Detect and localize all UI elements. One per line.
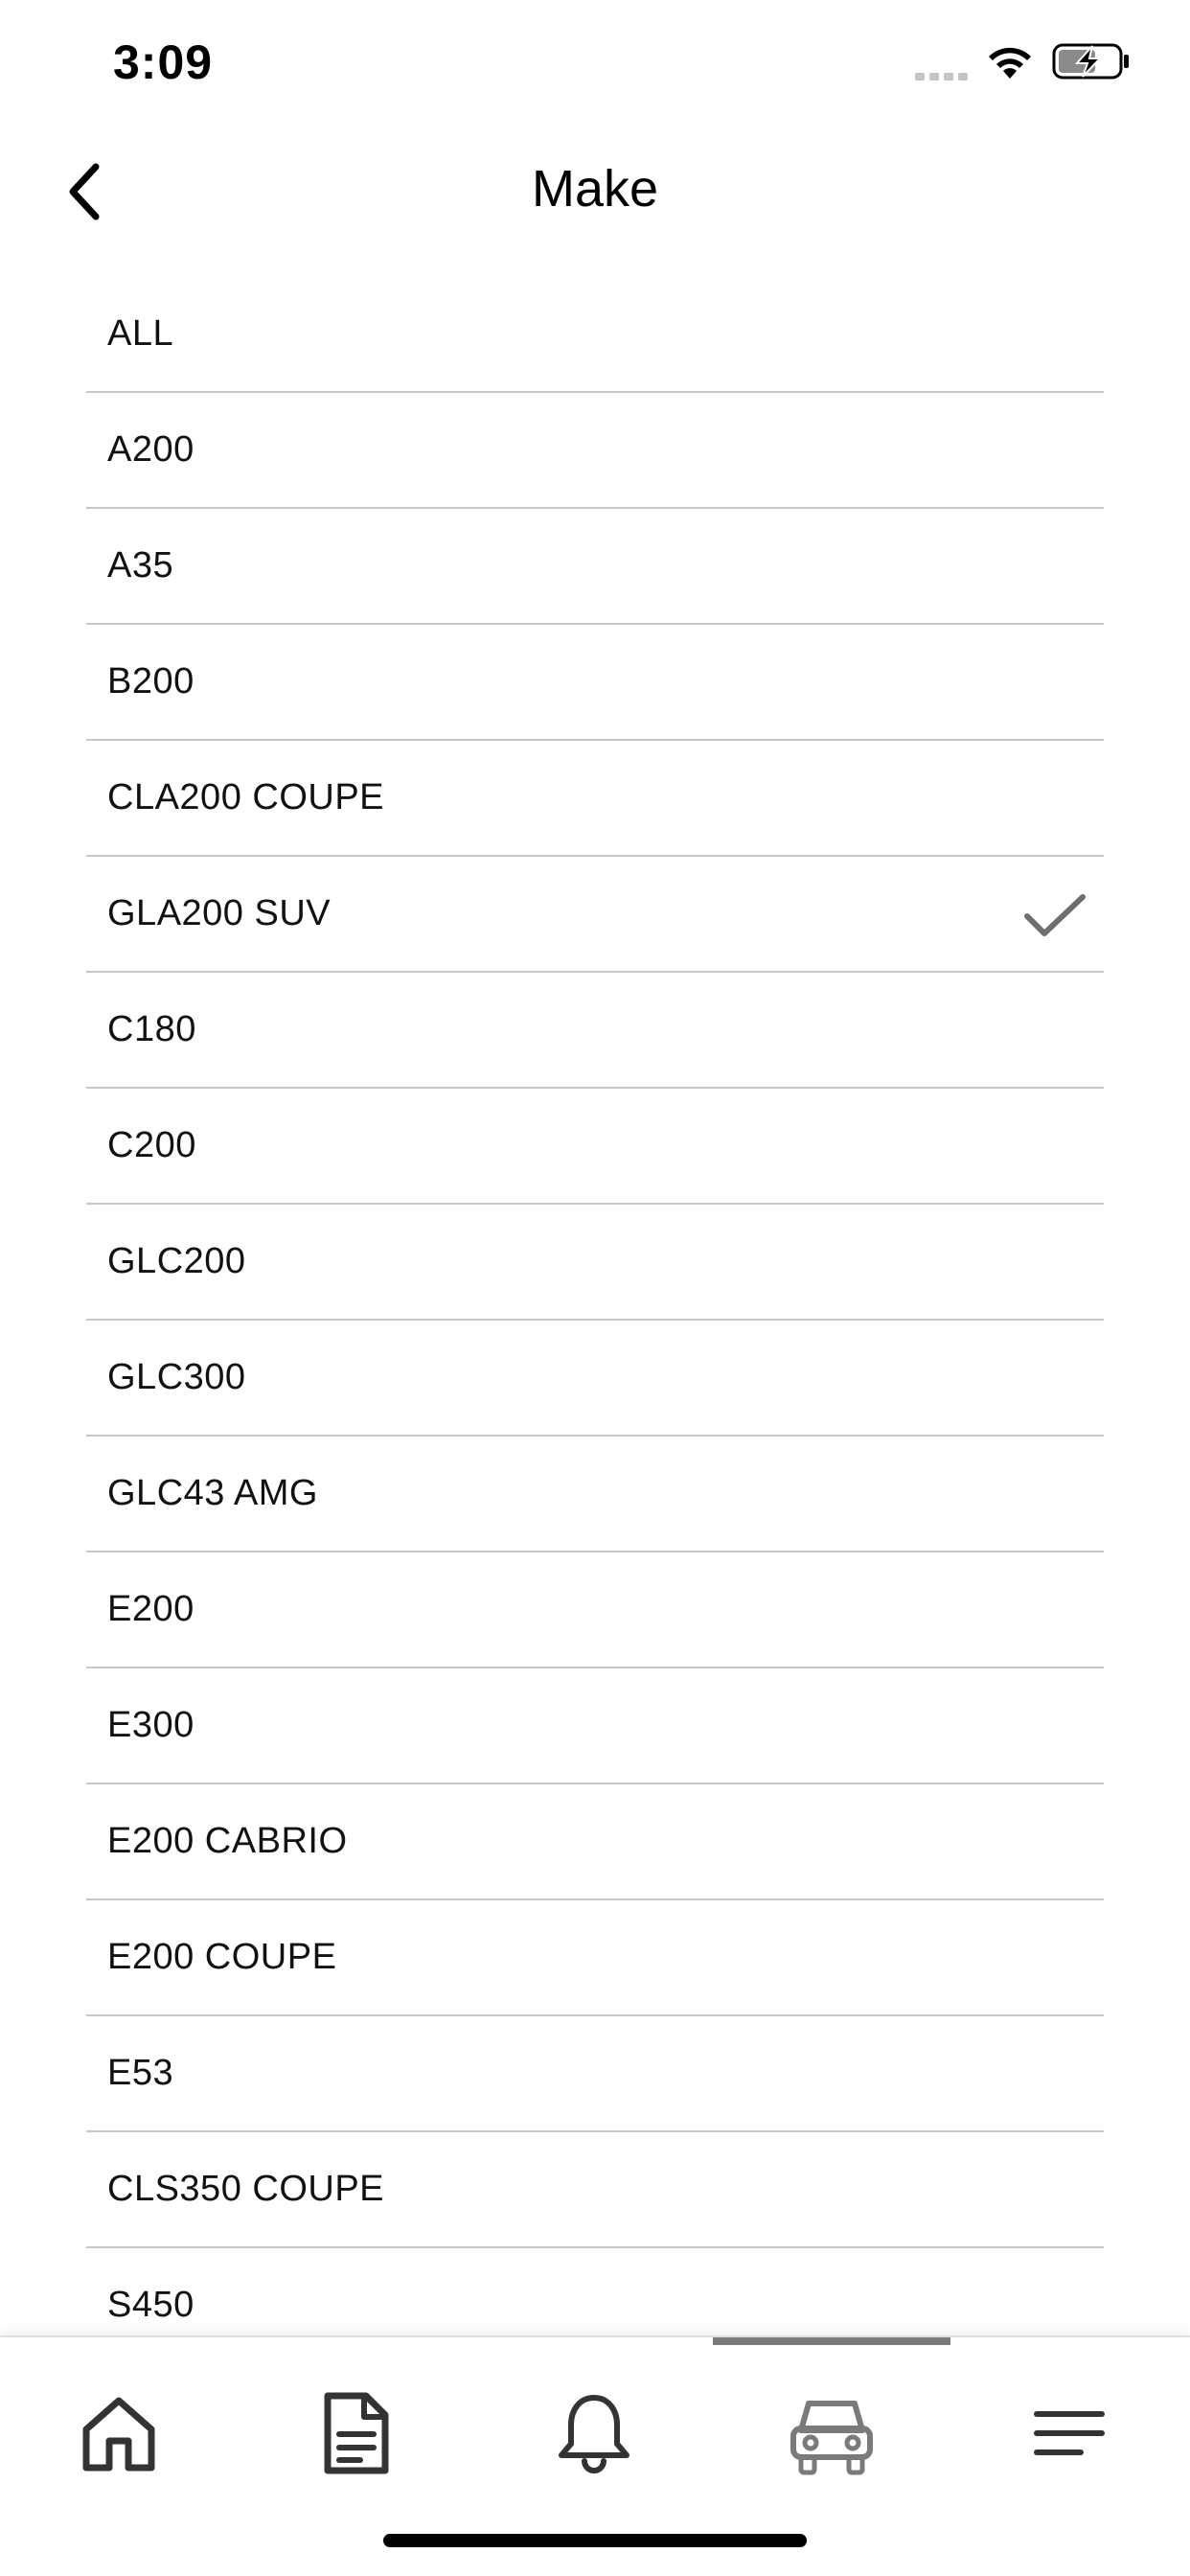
tab-cars[interactable] bbox=[784, 2385, 880, 2481]
list-item-selected[interactable]: GLA200 SUV bbox=[86, 857, 1104, 973]
list-item-label: E300 bbox=[107, 1705, 195, 1745]
list-item-label: C200 bbox=[107, 1125, 196, 1165]
nav-bar: Make bbox=[0, 134, 1190, 249]
list-item-label: S450 bbox=[107, 2285, 195, 2325]
list-item[interactable]: E300 bbox=[86, 1668, 1104, 1784]
list-item[interactable]: ALL bbox=[86, 277, 1104, 393]
car-icon bbox=[790, 2401, 873, 2475]
wifi-icon bbox=[989, 47, 1031, 79]
tab-home[interactable] bbox=[71, 2385, 167, 2481]
tab-documents[interactable] bbox=[309, 2385, 404, 2481]
list-item[interactable]: S450 bbox=[86, 2248, 1104, 2337]
list-item[interactable]: E200 bbox=[86, 1552, 1104, 1668]
battery-charging-icon bbox=[1052, 43, 1129, 80]
active-tab-indicator bbox=[713, 2337, 950, 2345]
make-list[interactable]: ALL A200 A35 B200 CLA200 COUPE GLA200 SU… bbox=[86, 277, 1104, 2337]
list-item[interactable]: B200 bbox=[86, 625, 1104, 741]
menu-icon bbox=[1034, 2411, 1105, 2455]
list-item[interactable]: A35 bbox=[86, 509, 1104, 625]
home-icon bbox=[82, 2397, 155, 2472]
status-time: 3:09 bbox=[113, 35, 214, 89]
tab-menu[interactable] bbox=[1021, 2385, 1117, 2481]
list-item[interactable]: C180 bbox=[86, 973, 1104, 1089]
page-title: Make bbox=[531, 160, 659, 218]
checkmark-icon bbox=[1024, 894, 1086, 936]
list-item-label: B200 bbox=[107, 661, 195, 702]
list-item-label: CLS350 COUPE bbox=[107, 2169, 385, 2209]
list-item-label: E200 COUPE bbox=[107, 1937, 337, 1977]
screen: 3:09 Make ALL A200 A35 B200 CLA200 COUPE… bbox=[0, 0, 1190, 2576]
list-item-label: E200 CABRIO bbox=[107, 1821, 348, 1861]
list-item-label: GLC43 AMG bbox=[107, 1473, 318, 1513]
list-item[interactable]: GLC200 bbox=[86, 1205, 1104, 1321]
list-item-label: GLA200 SUV bbox=[107, 893, 332, 933]
list-item-label: ALL bbox=[107, 313, 174, 354]
tab-notifications[interactable] bbox=[546, 2385, 642, 2481]
list-item[interactable]: E200 CABRIO bbox=[86, 1784, 1104, 1900]
list-item-label: GLC200 bbox=[107, 1241, 246, 1281]
list-item-label: GLC300 bbox=[107, 1357, 246, 1397]
list-item[interactable]: CLS350 COUPE bbox=[86, 2132, 1104, 2248]
status-bar: 3:09 bbox=[0, 0, 1190, 134]
list-item-label: A200 bbox=[107, 429, 195, 470]
home-indicator bbox=[383, 2534, 807, 2547]
cellular-signal-icon bbox=[915, 73, 968, 80]
list-item[interactable]: CLA200 COUPE bbox=[86, 741, 1104, 857]
list-item[interactable]: E200 COUPE bbox=[86, 1900, 1104, 2016]
list-item[interactable]: GLC300 bbox=[86, 1321, 1104, 1437]
list-item-label: E200 bbox=[107, 1589, 195, 1629]
bell-icon bbox=[559, 2395, 629, 2473]
list-item[interactable]: E53 bbox=[86, 2016, 1104, 2132]
document-icon bbox=[324, 2392, 389, 2474]
list-item-label: C180 bbox=[107, 1009, 196, 1049]
list-item[interactable]: C200 bbox=[86, 1089, 1104, 1205]
list-item[interactable]: GLC43 AMG bbox=[86, 1437, 1104, 1552]
list-item[interactable]: A200 bbox=[86, 393, 1104, 509]
list-item-label: CLA200 COUPE bbox=[107, 777, 385, 817]
list-item-label: A35 bbox=[107, 545, 174, 586]
list-item-label: E53 bbox=[107, 2053, 174, 2093]
